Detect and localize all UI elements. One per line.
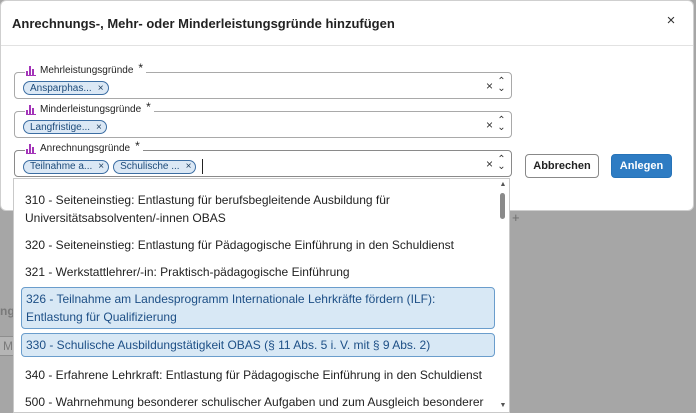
selected-chip: Ansparphas... × xyxy=(23,81,109,95)
clear-icon[interactable]: × xyxy=(486,118,493,132)
chip-label: Ansparphas... xyxy=(30,82,92,94)
field-label: Mehrleistungsgründe * xyxy=(25,61,147,76)
text-cursor xyxy=(202,159,204,174)
chip-list: Ansparphas... × xyxy=(23,81,109,95)
dropdown-option-selected[interactable]: 330 - Schulische Ausbildungstätigkeit OB… xyxy=(21,333,495,357)
create-button[interactable]: Anlegen xyxy=(611,154,672,178)
minderleistungsgruende-select[interactable]: Minderleistungsgründe * Langfristige... … xyxy=(14,100,512,138)
chip-remove-icon[interactable]: × xyxy=(98,161,104,172)
dropdown-option[interactable]: 320 - Seiteneinstieg: Entlastung für Päd… xyxy=(21,234,495,256)
chip-label: Langfristige... xyxy=(30,121,91,133)
selected-chip: Langfristige... × xyxy=(23,120,107,134)
dropdown-option[interactable]: 310 - Seiteneinstieg: Entlastung für ber… xyxy=(21,189,495,229)
background-plus-icon: + xyxy=(512,210,520,225)
close-icon[interactable]: × xyxy=(663,13,679,29)
field-label: Anrechnungsgründe * xyxy=(25,139,143,154)
required-marker: * xyxy=(135,139,140,153)
options-dropdown: 310 - Seiteneinstieg: Entlastung für ber… xyxy=(13,178,510,413)
clear-icon[interactable]: × xyxy=(486,157,493,171)
chip-remove-icon[interactable]: × xyxy=(98,83,104,94)
field-label: Minderleistungsgründe * xyxy=(25,100,154,115)
required-marker: * xyxy=(146,100,151,114)
scroll-up-icon[interactable]: ▲ xyxy=(499,181,507,189)
chip-list: Langfristige... × xyxy=(23,120,107,134)
field-label-text: Anrechnungsgründe xyxy=(40,142,131,154)
dropdown-option-selected[interactable]: 326 - Teilnahme am Landesprogramm Intern… xyxy=(21,287,495,329)
chip-label: Schulische ... xyxy=(120,161,180,172)
scrollbar[interactable]: ▲ ▼ xyxy=(499,181,507,410)
chip-remove-icon[interactable]: × xyxy=(186,161,192,172)
selected-chip: Schulische ... × xyxy=(113,159,197,174)
chevron-updown-icon[interactable]: ⌃ ⌄ xyxy=(497,116,506,133)
chevron-updown-icon[interactable]: ⌃ ⌄ xyxy=(497,77,506,94)
clear-icon[interactable]: × xyxy=(486,79,493,93)
selected-chip: Teilnahme a... × xyxy=(23,159,110,174)
dropdown-option[interactable]: 321 - Werkstattlehrer/-in: Praktisch-päd… xyxy=(21,261,495,283)
anrechnungsgruende-select[interactable]: Anrechnungsgründe * Teilnahme a... × Sch… xyxy=(14,139,512,177)
field-label-text: Mehrleistungsgründe xyxy=(40,64,134,76)
bar-chart-icon xyxy=(26,65,37,76)
dropdown-option[interactable]: 340 - Erfahrene Lehrkraft: Entlastung fü… xyxy=(21,364,495,386)
scroll-thumb[interactable] xyxy=(500,193,505,219)
bar-chart-icon xyxy=(26,143,37,154)
chip-label: Teilnahme a... xyxy=(30,161,93,172)
required-marker: * xyxy=(138,61,144,75)
chip-remove-icon[interactable]: × xyxy=(96,122,102,133)
field-label-text: Minderleistungsgründe xyxy=(40,103,142,115)
bar-chart-icon xyxy=(26,104,37,115)
scroll-down-icon[interactable]: ▼ xyxy=(499,402,507,410)
chevron-updown-icon[interactable]: ⌃ ⌄ xyxy=(497,155,506,172)
mehrleistungsgruende-select[interactable]: Mehrleistungsgründe * Ansparphas... × × … xyxy=(14,61,512,99)
header-divider xyxy=(1,45,693,46)
dialog-title: Anrechnungs-, Mehr- oder Minderleistungs… xyxy=(12,16,395,31)
cancel-button[interactable]: Abbrechen xyxy=(525,154,599,178)
chip-list: Teilnahme a... × Schulische ... × xyxy=(23,159,204,174)
dropdown-option[interactable]: 500 - Wahrnehmung besonderer schulischer… xyxy=(21,391,495,412)
